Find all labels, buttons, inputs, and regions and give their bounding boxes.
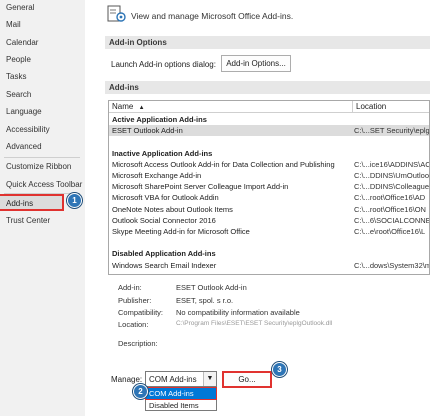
list-item[interactable]: Skype Meeting Add-in for Microsoft Offic… bbox=[109, 226, 429, 237]
list-item[interactable]: Microsoft VBA for Outlook Addin C:\...roo… bbox=[109, 192, 429, 203]
sidebar-item-accessibility[interactable]: Accessibility bbox=[0, 122, 84, 138]
addins-gear-icon bbox=[107, 5, 127, 23]
sidebar-item-general[interactable]: General bbox=[0, 0, 84, 16]
addin-name: Microsoft VBA for Outlook Addin bbox=[112, 193, 219, 203]
addin-name: Skype Meeting Add-in for Microsoft Offic… bbox=[112, 227, 250, 236]
list-item[interactable]: ESET Outlook Add-in C:\...SET Security\ep… bbox=[109, 125, 430, 137]
column-header-name[interactable]: Name ▲ bbox=[109, 101, 353, 113]
addin-options-heading: Add-in Options bbox=[105, 36, 430, 49]
addin-location: C:\...root\Office16\ON bbox=[354, 204, 426, 214]
addin-location: C:\...6\SOCIALCONNE bbox=[354, 215, 430, 225]
step-3-callout: 3 bbox=[272, 362, 287, 377]
addin-location: C:\...root\Office16\AD bbox=[354, 193, 426, 203]
sidebar-item-calendar[interactable]: Calendar bbox=[0, 35, 84, 51]
manage-label: Manage: bbox=[111, 375, 143, 384]
detail-description-label: Description: bbox=[118, 339, 158, 348]
group-header: Disabled Application Add-ins bbox=[109, 248, 429, 259]
detail-addin-value: ESET Outlook Add-in bbox=[176, 283, 247, 292]
option-com-addins[interactable]: COM Add-ins bbox=[145, 387, 217, 400]
list-item[interactable]: Windows Search Email Indexer C:\...dows\S… bbox=[109, 260, 430, 271]
options-sidebar: General Mail Calendar People Tasks Searc… bbox=[0, 0, 86, 416]
chevron-down-icon[interactable]: ▼ bbox=[203, 372, 216, 386]
sidebar-item-search[interactable]: Search bbox=[0, 87, 84, 103]
detail-addin-label: Add-in: bbox=[118, 283, 142, 292]
sidebar-item-customize-ribbon[interactable]: Customize Ribbon bbox=[0, 159, 84, 175]
sidebar-item-addins[interactable]: Add-ins bbox=[0, 194, 64, 211]
sidebar-divider bbox=[4, 157, 80, 158]
option-disabled-items[interactable]: Disabled Items bbox=[146, 400, 216, 411]
addin-name: Microsoft Access Outlook Add-in for Data… bbox=[112, 159, 335, 169]
detail-publisher-label: Publisher: bbox=[118, 296, 152, 305]
sidebar-item-people[interactable]: People bbox=[0, 52, 84, 68]
addin-location: C:\...DDINS\Colleague bbox=[354, 182, 430, 192]
sidebar-item-tasks[interactable]: Tasks bbox=[0, 69, 84, 85]
detail-compat-label: Compatibility: bbox=[118, 308, 164, 317]
list-item[interactable]: Microsoft Exchange Add-in C:\...DDINS\UmO… bbox=[109, 170, 430, 181]
sidebar-item-mail[interactable]: Mail bbox=[0, 17, 84, 33]
addin-name: Inactive Application Add-ins bbox=[112, 148, 213, 158]
addin-name: Windows Search Email Indexer bbox=[112, 260, 217, 270]
detail-compat-value: No compatibility information available bbox=[176, 308, 300, 317]
group-header: Active Application Add-ins bbox=[109, 114, 429, 125]
sidebar-item-quick-access-toolbar[interactable]: Quick Access Toolbar bbox=[0, 177, 84, 193]
addin-options-button[interactable]: Add-in Options... bbox=[221, 55, 291, 72]
sidebar-item-language[interactable]: Language bbox=[0, 104, 84, 120]
list-item bbox=[109, 136, 429, 147]
list-item[interactable]: OneNote Notes about Outlook Items C:\...r… bbox=[109, 204, 429, 215]
manage-dropdown-list: COM Add-ins Disabled Items bbox=[145, 387, 217, 411]
detail-publisher-value: ESET, spol. s r.o. bbox=[176, 296, 234, 305]
addin-name: Disabled Application Add-ins bbox=[112, 249, 216, 259]
addin-location: C:\...e\root\Office16\L bbox=[354, 227, 426, 236]
addin-name: OneNote Notes about Outlook Items bbox=[112, 204, 233, 214]
addin-location: C:\...dows\System32\m bbox=[354, 260, 430, 270]
addins-heading: Add-ins bbox=[105, 81, 430, 94]
sidebar-item-trust-center[interactable]: Trust Center bbox=[0, 213, 84, 229]
step-2-callout: 2 bbox=[133, 384, 148, 399]
column-header-location[interactable]: Location bbox=[353, 101, 429, 113]
addin-location: C:\...SET Security\eplg bbox=[354, 126, 430, 136]
go-button[interactable]: Go... bbox=[222, 371, 272, 388]
sidebar-item-advanced[interactable]: Advanced bbox=[0, 139, 84, 155]
addin-name: Active Application Add-ins bbox=[112, 115, 207, 124]
list-item[interactable]: Microsoft SharePoint Server Colleague Im… bbox=[109, 181, 430, 192]
addin-name: Outlook Social Connector 2016 bbox=[112, 215, 216, 225]
list-item bbox=[109, 237, 429, 248]
page-title: View and manage Microsoft Office Add-ins… bbox=[131, 11, 294, 21]
addin-name: ESET Outlook Add-in bbox=[112, 126, 183, 136]
manage-select-value: COM Add-ins bbox=[149, 375, 197, 384]
group-header: Inactive Application Add-ins bbox=[109, 148, 429, 159]
list-item[interactable]: Outlook Social Connector 2016 C:\...6\SOC… bbox=[109, 215, 430, 226]
addin-location: C:\...ice16\ADDINS\ACC bbox=[354, 159, 430, 169]
launch-label: Launch Add-in options dialog: bbox=[111, 60, 216, 69]
addins-list[interactable]: Name ▲ Location Active Application Add-i… bbox=[108, 100, 430, 275]
addin-name: Microsoft SharePoint Server Colleague Im… bbox=[112, 182, 289, 192]
detail-location-label: Location: bbox=[118, 320, 149, 329]
column-name-label: Name bbox=[112, 102, 134, 111]
step-1-callout: 1 bbox=[67, 193, 82, 208]
sort-ascending-icon: ▲ bbox=[138, 105, 145, 111]
list-item[interactable]: Microsoft Access Outlook Add-in for Data… bbox=[109, 159, 430, 170]
addin-name: Microsoft Exchange Add-in bbox=[112, 171, 202, 180]
manage-select[interactable]: COM Add-ins ▼ bbox=[145, 371, 217, 387]
detail-location-value: C:\Program Files\ESET\ESET Security\eplg… bbox=[176, 320, 333, 327]
addin-location: C:\...DDINS\UmOutlook bbox=[354, 171, 430, 180]
